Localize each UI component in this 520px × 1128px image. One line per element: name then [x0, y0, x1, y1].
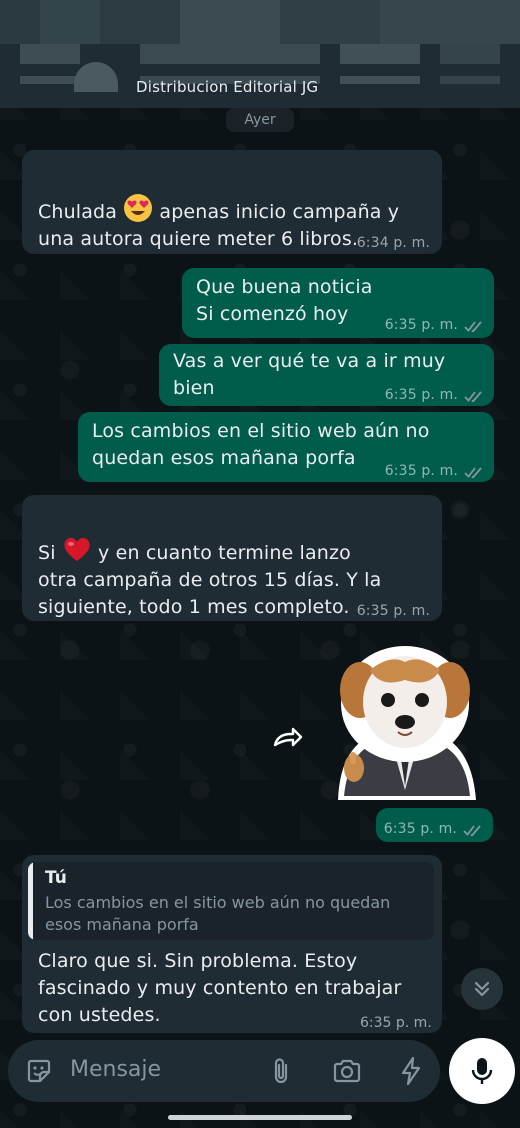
camera-icon	[333, 1059, 361, 1083]
double-check-read-icon	[464, 320, 482, 332]
sticker-time-chip: 6:35 p. m.	[376, 808, 493, 842]
attach-icon	[274, 1058, 288, 1084]
date-separator: Ayer	[226, 108, 294, 132]
double-chevron-down-icon	[474, 981, 490, 997]
forward-button[interactable]	[266, 720, 310, 756]
quote-text: Los cambios en el sitio web aún no queda…	[45, 893, 391, 934]
double-check-read-icon	[464, 390, 482, 402]
message-time: 6:35 p. m.	[384, 317, 458, 333]
quoted-message[interactable]: Tú Los cambios en el sitio web aún no qu…	[28, 862, 434, 940]
message-incoming[interactable]: Chulada apenas inicio campaña y una auto…	[22, 150, 442, 254]
message-time: 6:35 p. m.	[360, 1015, 432, 1031]
message-text: Que buena noticia Si comenzó hoy	[196, 276, 373, 325]
message-time: 6:35 p. m.	[384, 387, 458, 403]
double-check-read-icon	[464, 466, 482, 478]
message-composer[interactable]: Mensaje	[8, 1040, 440, 1102]
red-heart-icon	[64, 537, 90, 561]
quote-author: Tú	[45, 868, 67, 888]
smiling-face-heart-eyes-icon	[124, 194, 153, 222]
sticker-button[interactable]	[22, 1054, 56, 1088]
message-time: 6:35 p. m.	[384, 463, 458, 479]
message-time: 6:35 p. m.	[383, 821, 457, 837]
message-outgoing[interactable]: Vas a ver qué te va a ir muy bien 6:35 p…	[159, 344, 494, 406]
lightning-icon	[401, 1056, 421, 1086]
voice-message-button[interactable]	[449, 1038, 515, 1104]
camera-button[interactable]	[330, 1054, 364, 1088]
attach-button[interactable]	[264, 1054, 298, 1088]
puppy-in-suit-icon	[338, 646, 476, 800]
double-check-read-icon	[463, 824, 481, 836]
message-time: 6:34 p. m.	[356, 235, 430, 251]
scroll-to-bottom-button[interactable]	[461, 968, 503, 1010]
chat-header[interactable]: Distribucion Editorial JG	[0, 0, 520, 108]
message-text: Los cambios en el sitio web aún no queda…	[92, 420, 430, 469]
message-text: Chulada	[38, 201, 124, 223]
forward-icon	[273, 727, 303, 747]
home-indicator[interactable]	[168, 1115, 352, 1120]
message-outgoing[interactable]: Los cambios en el sitio web aún no queda…	[78, 412, 494, 482]
contact-name[interactable]: Distribucion Editorial JG	[136, 78, 318, 96]
message-incoming[interactable]: Si y en cuanto termine lanzo otra campañ…	[22, 495, 442, 621]
puppy-sticker[interactable]	[330, 640, 480, 805]
message-time: 6:35 p. m.	[356, 603, 430, 619]
message-text: Si	[38, 542, 62, 564]
message-input[interactable]: Mensaje	[70, 1057, 161, 1082]
mic-icon	[471, 1058, 493, 1084]
sticker-icon	[27, 1059, 51, 1083]
quick-reply-button[interactable]	[394, 1054, 428, 1088]
message-outgoing[interactable]: Que buena noticia Si comenzó hoy 6:35 p.…	[182, 268, 494, 338]
